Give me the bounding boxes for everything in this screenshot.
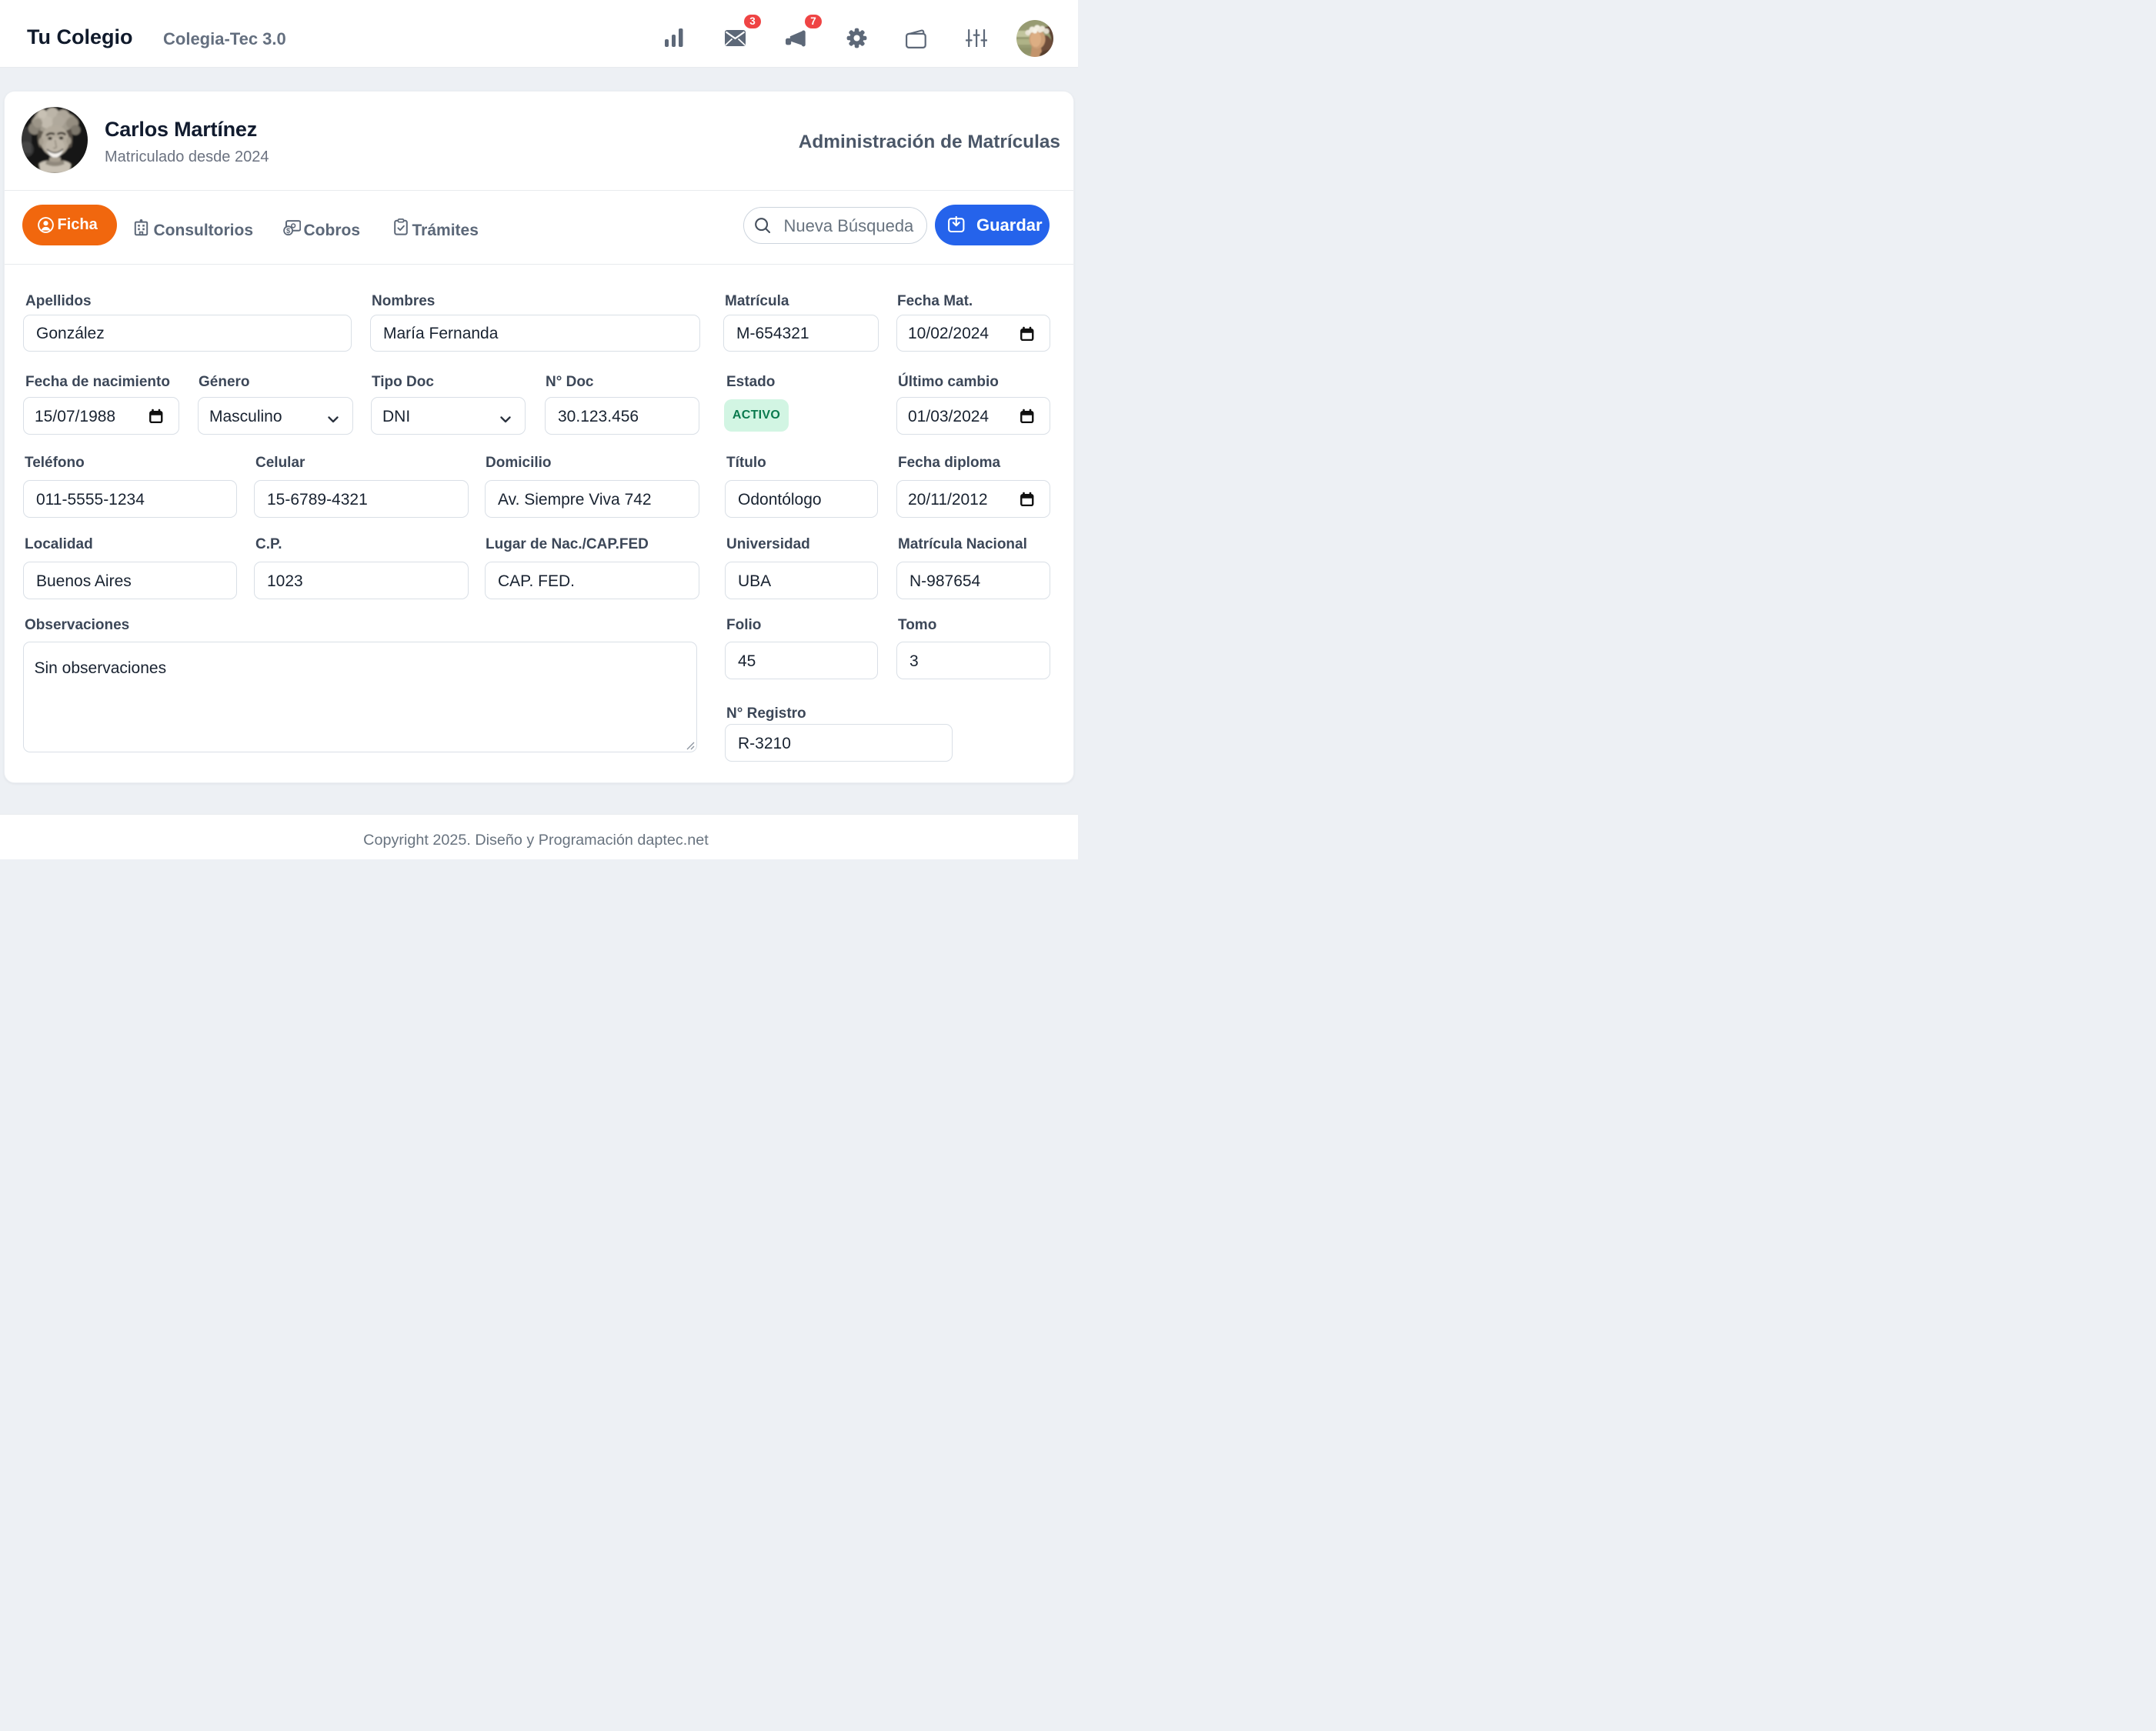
svg-text:$: $ bbox=[286, 227, 291, 235]
